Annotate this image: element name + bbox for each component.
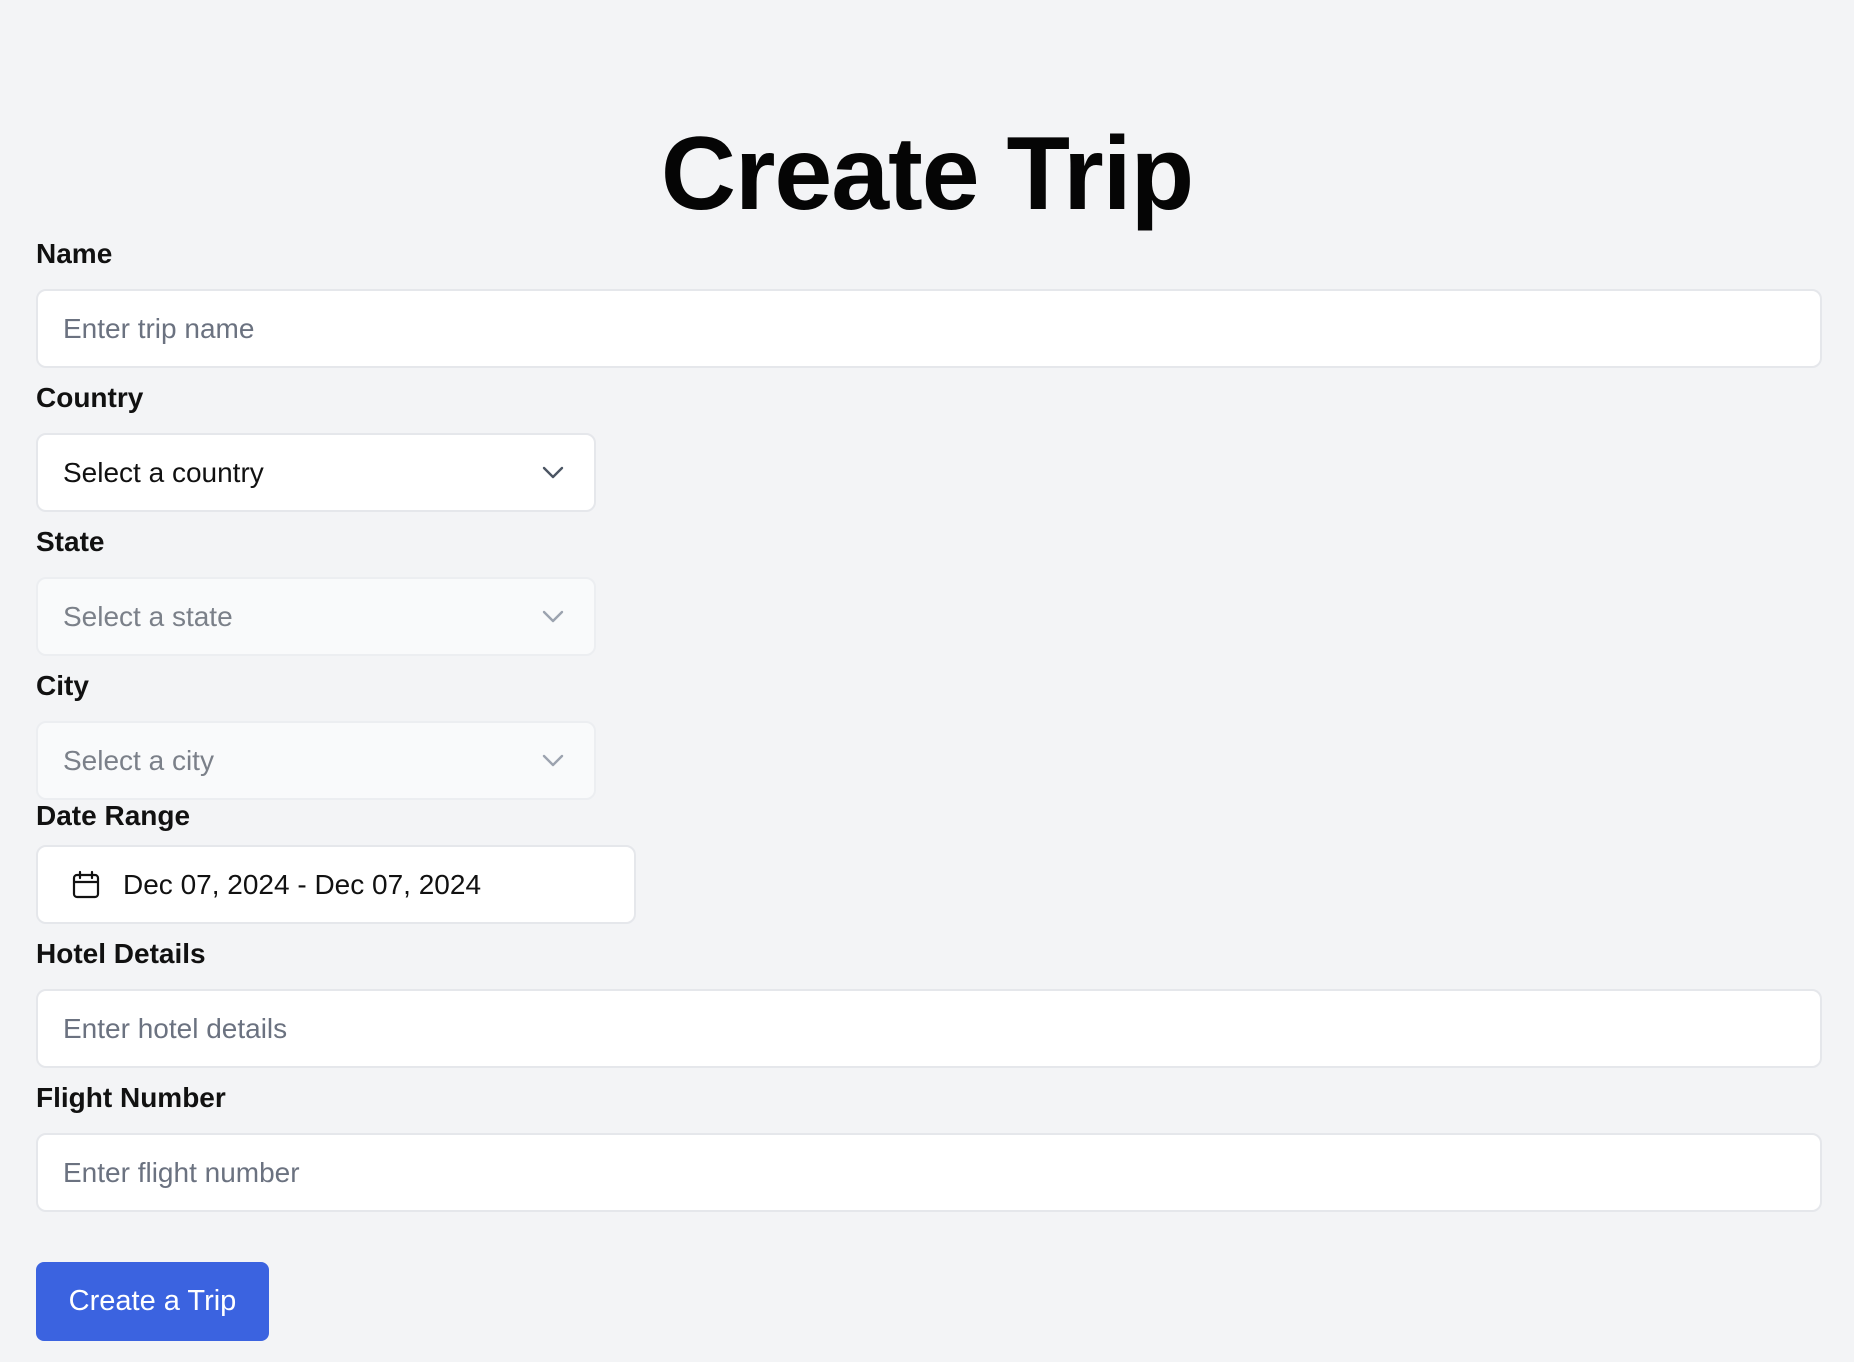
create-trip-button[interactable]: Create a Trip: [36, 1262, 269, 1341]
city-select[interactable]: Select a city: [36, 721, 596, 800]
trip-name-placeholder: Enter trip name: [63, 312, 255, 344]
date-range-picker[interactable]: Dec 07, 2024 - Dec 07, 2024: [36, 845, 636, 924]
flight-number-label: Flight Number: [36, 1082, 226, 1113]
city-label: City: [36, 670, 89, 701]
country-select-value: Select a country: [63, 456, 264, 488]
chevron-down-icon: [540, 604, 566, 630]
flight-number-input[interactable]: Enter flight number: [36, 1133, 1822, 1212]
hotel-details-input[interactable]: Enter hotel details: [36, 989, 1822, 1068]
country-label: Country: [36, 382, 144, 413]
country-select[interactable]: Select a country: [36, 433, 596, 512]
calendar-icon: [71, 870, 101, 900]
hotel-details-label: Hotel Details: [36, 938, 206, 969]
page-title: Create Trip: [660, 116, 1194, 232]
hotel-details-placeholder: Enter hotel details: [63, 1012, 288, 1044]
chevron-down-icon: [540, 460, 566, 486]
trip-name-input[interactable]: Enter trip name: [36, 289, 1822, 368]
state-select-value: Select a state: [63, 600, 233, 632]
name-label: Name: [36, 238, 113, 269]
state-select[interactable]: Select a state: [36, 577, 596, 656]
city-select-value: Select a city: [63, 744, 214, 776]
create-trip-page: Create Trip Name Enter trip name Country…: [0, 0, 1854, 1362]
state-label: State: [36, 526, 105, 557]
date-range-value: Dec 07, 2024 - Dec 07, 2024: [123, 868, 482, 900]
chevron-down-icon: [540, 748, 566, 774]
date-range-label: Date Range: [36, 800, 191, 831]
flight-number-placeholder: Enter flight number: [63, 1156, 300, 1188]
